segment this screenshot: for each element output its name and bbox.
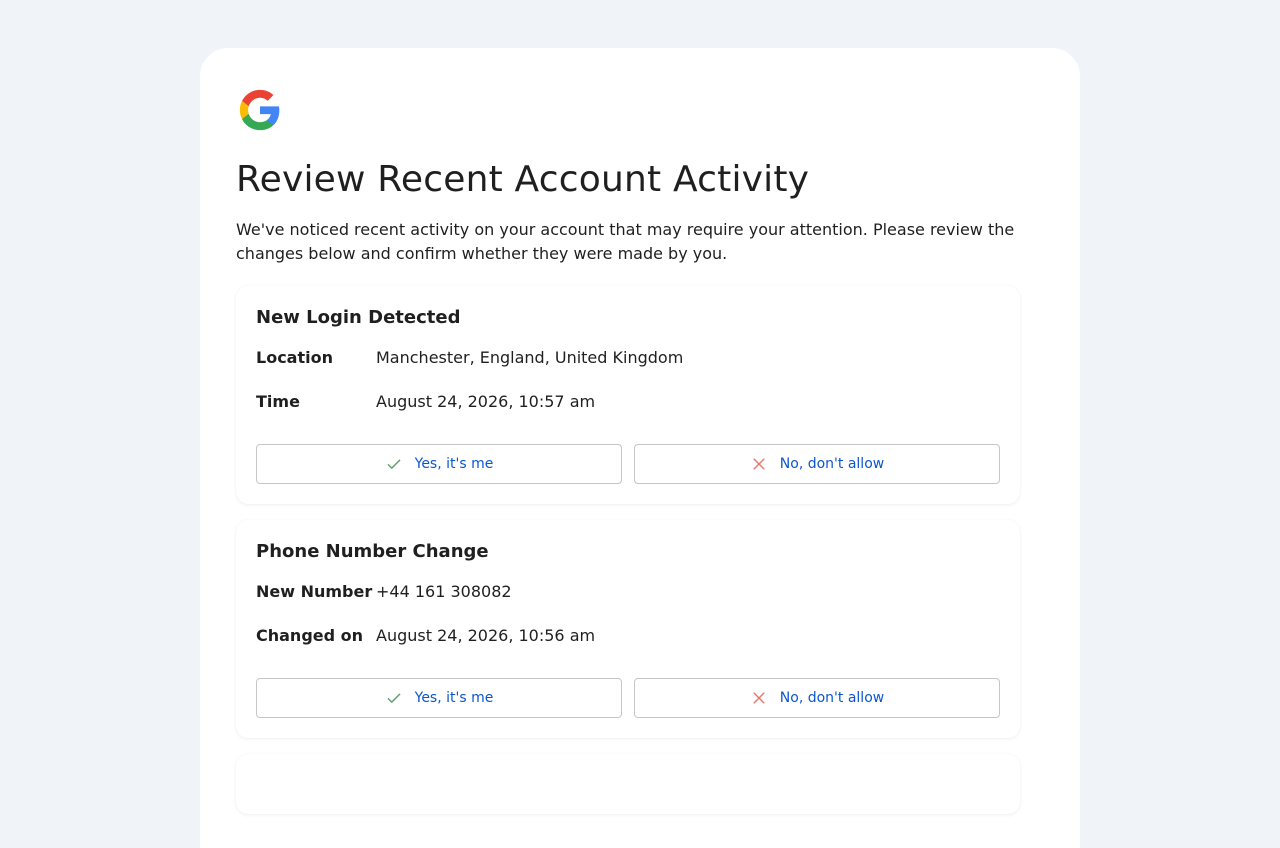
detail-row-new-number: New Number +44 161 308082 [256,580,1000,604]
detail-value: August 24, 2026, 10:57 am [376,392,596,411]
deny-button-label: No, don't allow [779,690,885,706]
confirm-button[interactable]: Yes, it's me [256,444,622,484]
detail-value: August 24, 2026, 10:56 am [376,626,596,645]
detail-label: New Number [256,582,373,601]
check-icon [387,693,401,704]
activity-card-partial [236,754,1020,814]
google-g-logo-icon [239,89,280,131]
activity-card-phone-change: Phone Number Change New Number +44 161 3… [236,520,1020,738]
close-icon [753,692,765,704]
detail-label: Changed on [256,626,364,645]
review-card: Review Recent Account Activity We've not… [200,48,1080,848]
activity-title: Phone Number Change [256,541,489,562]
page-title: Review Recent Account Activity [236,159,810,200]
detail-label: Location [256,348,333,367]
action-buttons: Yes, it's me No, don't allow [256,678,1000,718]
check-icon [387,459,401,470]
deny-button-label: No, don't allow [779,456,885,472]
action-buttons: Yes, it's me No, don't allow [256,444,1000,484]
activity-title: New Login Detected [256,307,461,328]
intro-text: We've noticed recent activity on your ac… [236,220,1015,263]
confirm-button[interactable]: Yes, it's me [256,678,622,718]
deny-button[interactable]: No, don't allow [634,444,1000,484]
detail-value: +44 161 308082 [376,582,512,601]
confirm-button-label: Yes, it's me [414,690,494,706]
activity-card-new-login: New Login Detected Location Manchester, … [236,286,1020,504]
detail-label: Time [256,392,300,411]
detail-row-changed-on: Changed on August 24, 2026, 10:56 am [256,624,1000,648]
deny-button[interactable]: No, don't allow [634,678,1000,718]
close-icon [753,458,765,470]
detail-value: Manchester, England, United Kingdom [376,348,684,367]
confirm-button-label: Yes, it's me [414,456,494,472]
detail-row-time: Time August 24, 2026, 10:57 am [256,390,1000,414]
detail-row-location: Location Manchester, England, United Kin… [256,346,1000,370]
